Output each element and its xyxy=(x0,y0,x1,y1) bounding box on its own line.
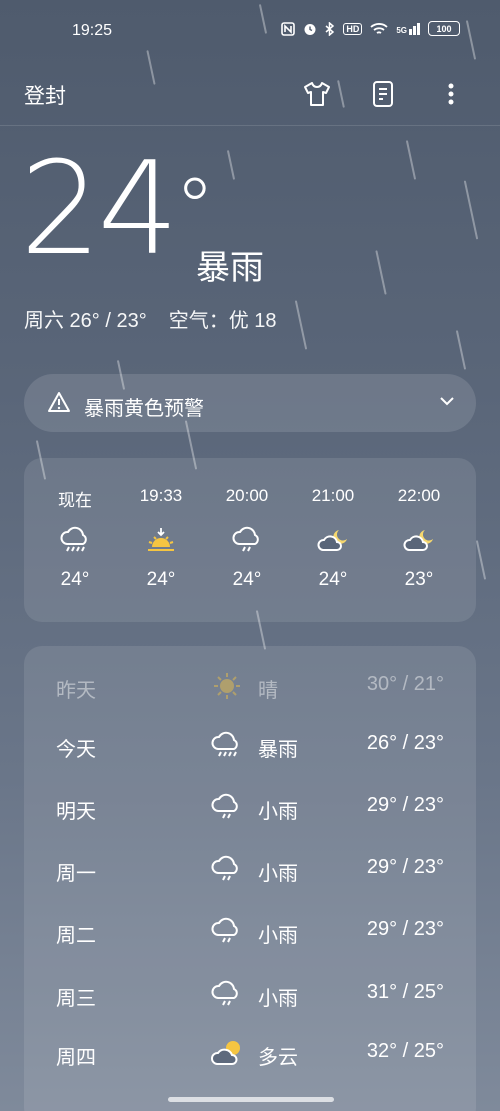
day-name: 周三 xyxy=(56,988,96,1010)
hour-time: 19:33 xyxy=(139,486,183,505)
day-condition: 暴雨 xyxy=(258,739,298,761)
document-icon[interactable] xyxy=(368,79,398,109)
daily-row[interactable]: 周一 小雨 29° / 23° xyxy=(24,839,476,901)
daily-row[interactable]: 周二 小雨 29° / 23° xyxy=(24,901,476,963)
day-condition: 小雨 xyxy=(258,925,298,947)
day-condition: 小雨 xyxy=(258,801,298,823)
light-rain-icon xyxy=(211,917,238,943)
status-time: 19:25 xyxy=(72,22,113,39)
light-rain-icon xyxy=(211,793,238,819)
day-range: 31° / 25° xyxy=(366,981,444,1003)
day-name: 周二 xyxy=(56,925,96,947)
top-bar: 登封 xyxy=(0,62,500,126)
status-bar: 19:25 HD 5G 100 xyxy=(0,0,500,62)
hour-time: 22:00 xyxy=(397,486,441,505)
hourly-item[interactable]: 19:33 24° xyxy=(121,458,201,622)
day-range: 29° / 23° xyxy=(366,918,444,940)
hourly-item[interactable]: 22:00 23° xyxy=(379,458,459,622)
partly-cloudy-night-icon xyxy=(403,530,433,551)
sunset-icon xyxy=(148,528,174,551)
light-rain-icon xyxy=(211,855,238,881)
heavy-rain-icon xyxy=(60,526,87,552)
heavy-rain-icon xyxy=(211,731,238,757)
hourly-item[interactable]: 现在 24° xyxy=(35,458,115,622)
network-label: 5G xyxy=(396,25,407,35)
hourly-item[interactable]: 21:00 24° xyxy=(293,458,373,622)
home-indicator[interactable] xyxy=(168,1097,334,1102)
hour-temp: 24° xyxy=(60,569,90,590)
hour-time: 21:00 xyxy=(311,486,355,505)
air-quality[interactable]: 空气：优 18 xyxy=(169,304,277,333)
wifi-icon xyxy=(370,22,388,34)
sunny-icon xyxy=(214,673,240,699)
partly-cloudy-night-icon xyxy=(317,530,347,551)
hour-temp: 24° xyxy=(146,569,176,590)
status-icons: HD 5G 100 xyxy=(281,21,460,36)
daily-row[interactable]: 周三 小雨 31° / 25° xyxy=(24,964,476,1026)
current-temperature: 24° xyxy=(20,146,215,274)
warning-icon xyxy=(48,392,70,412)
hourly-item[interactable]: 20:00 24° xyxy=(207,458,287,622)
daily-row[interactable]: 昨天 晴 30° / 21° xyxy=(24,656,476,718)
day-range: 32° / 25° xyxy=(366,1040,444,1062)
hour-time: 20:00 xyxy=(225,486,269,505)
alert-text: 暴雨黄色预警 xyxy=(84,398,204,420)
hour-temp: 24° xyxy=(318,569,348,590)
light-rain-icon xyxy=(232,526,259,552)
battery-indicator: 100 xyxy=(428,21,460,36)
nfc-icon xyxy=(281,21,296,36)
more-icon[interactable] xyxy=(436,79,466,109)
chevron-down-icon[interactable] xyxy=(438,392,456,410)
day-range: 29° / 23° xyxy=(366,794,444,816)
current-condition: 暴雨 xyxy=(196,249,264,287)
day-range: 29° / 23° xyxy=(366,856,444,878)
partly-cloudy-icon xyxy=(211,1041,240,1065)
day-name: 昨天 xyxy=(56,680,96,702)
hour-temp: 24° xyxy=(232,569,262,590)
weather-alert-banner[interactable]: 暴雨黄色预警 xyxy=(24,374,476,432)
day-range: 26° / 23° xyxy=(366,732,444,754)
5g-signal-icon: 5G xyxy=(396,22,420,35)
day-name: 明天 xyxy=(56,801,96,823)
day-condition: 晴 xyxy=(258,680,278,702)
bluetooth-icon xyxy=(325,21,335,36)
day-range: 30° / 21° xyxy=(366,673,444,695)
daily-forecast[interactable]: 昨天 晴 30° / 21° 今天 暴雨 26° / 23° 明天 小雨 29°… xyxy=(24,646,476,1111)
day-condition: 小雨 xyxy=(258,863,298,885)
light-rain-icon xyxy=(211,980,238,1006)
temperature-value: 24 xyxy=(20,135,179,284)
day-condition: 多云 xyxy=(258,1047,298,1069)
day-condition: 小雨 xyxy=(258,988,298,1010)
hour-temp: 23° xyxy=(404,569,434,590)
city-name[interactable]: 登封 xyxy=(24,80,66,110)
daily-row[interactable]: 今天 暴雨 26° / 23° xyxy=(24,715,476,777)
alarm-icon xyxy=(304,23,316,35)
today-range: 周六 26° / 23° xyxy=(24,310,147,332)
daily-row[interactable]: 明天 小雨 29° / 23° xyxy=(24,777,476,839)
hd-icon: HD xyxy=(343,22,363,35)
day-name: 周四 xyxy=(56,1047,96,1069)
day-name: 周一 xyxy=(56,863,96,885)
day-name: 今天 xyxy=(56,739,96,761)
current-sub-info: 周六 26° / 23° 空气：优 18 xyxy=(24,304,277,333)
hourly-forecast[interactable]: 现在 24° 19:33 24° 20:00 24° 21:00 24° 22:… xyxy=(24,458,476,622)
hour-time: 现在 xyxy=(58,491,92,510)
daily-row[interactable]: 周四 多云 32° / 25° xyxy=(24,1023,476,1085)
clothing-icon[interactable] xyxy=(302,79,332,109)
